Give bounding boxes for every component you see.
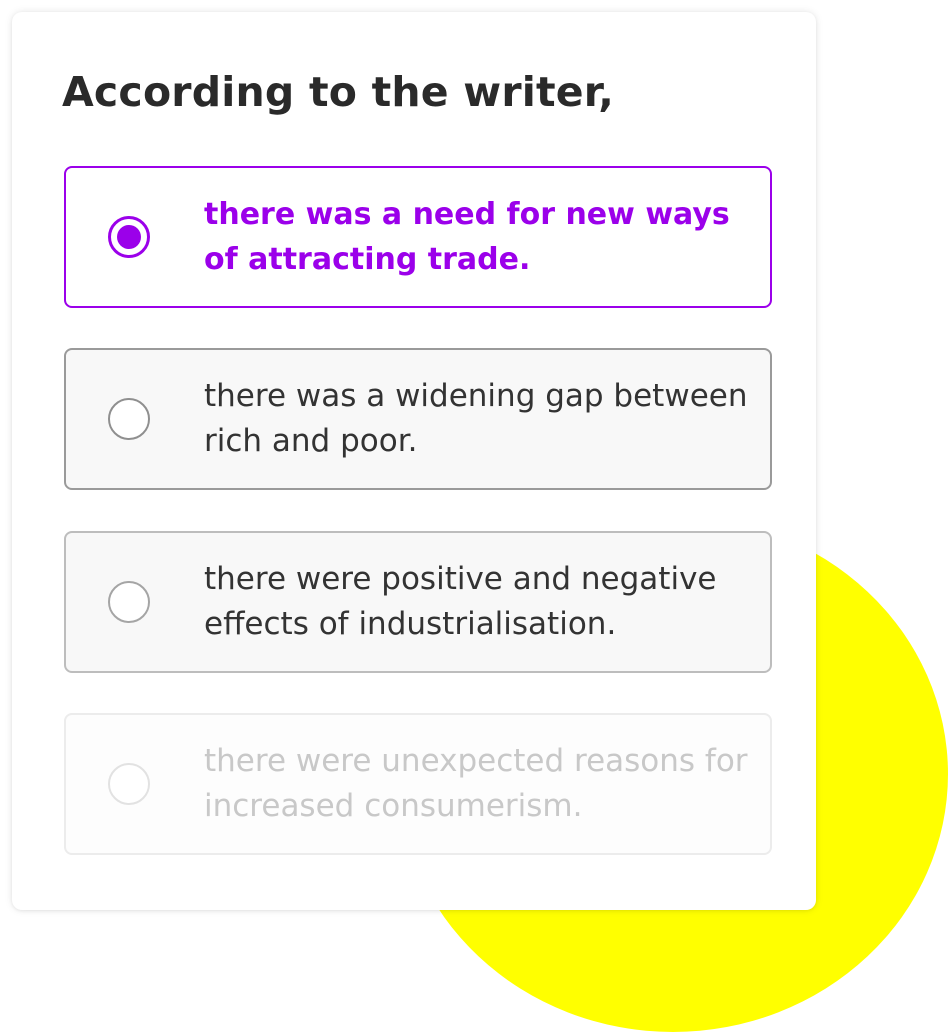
answer-option-label: there was a need for new ways of attract…: [204, 197, 730, 277]
question-card: According to the writer, there was a nee…: [12, 12, 816, 910]
radio-unselected-icon[interactable]: [108, 398, 150, 440]
radio-unselected-icon[interactable]: [108, 581, 150, 623]
question-text: According to the writer,: [62, 68, 614, 116]
answer-option-label: there were unexpected reasons for increa…: [204, 743, 748, 824]
radio-unselected-icon[interactable]: [108, 763, 150, 805]
answer-option-label: there was a widening gap between rich an…: [204, 378, 748, 459]
answer-option-1[interactable]: there was a need for new ways of attract…: [64, 166, 772, 308]
radio-selected-icon[interactable]: [108, 216, 150, 258]
answer-option-4[interactable]: there were unexpected reasons for increa…: [64, 713, 772, 855]
answer-option-2[interactable]: there was a widening gap between rich an…: [64, 348, 772, 490]
answer-option-3[interactable]: there were positive and negative effects…: [64, 531, 772, 673]
answer-option-label: there were positive and negative effects…: [204, 561, 717, 642]
